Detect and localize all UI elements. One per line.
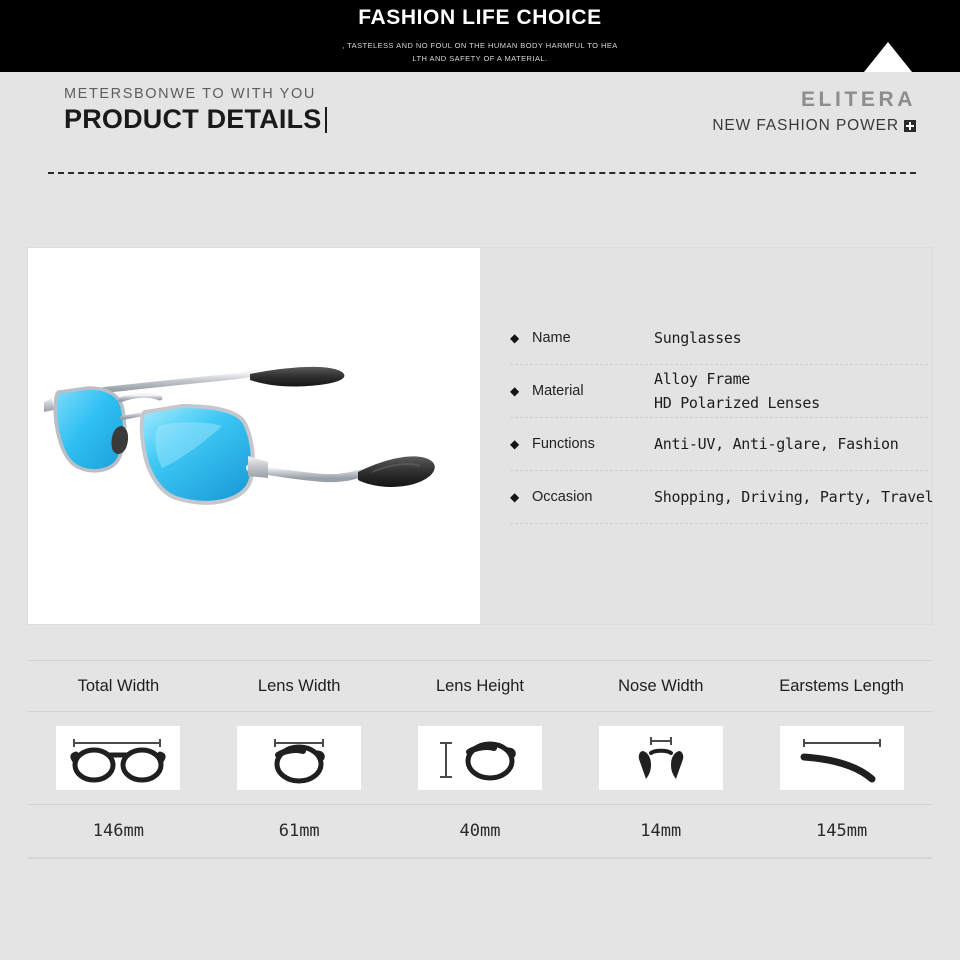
nose-width-icon bbox=[598, 726, 723, 790]
brand-tagline: NEW FASHION POWER bbox=[712, 117, 899, 134]
top-banner: FASHION LIFE CHOICE , TASTELESS AND NO F… bbox=[0, 0, 960, 72]
banner-subtitle-line1: , TASTELESS AND NO FOUL ON THE HUMAN BOD… bbox=[342, 41, 618, 50]
measurement-value-cell: 145 mm bbox=[751, 805, 932, 857]
measurement-unit: mm bbox=[846, 821, 868, 841]
spec-row: ◆ Functions Anti-UV, Anti-glare, Fashion bbox=[510, 418, 928, 471]
diamond-bullet-icon: ◆ bbox=[510, 331, 520, 345]
product-detail-page: FASHION LIFE CHOICE , TASTELESS AND NO F… bbox=[0, 0, 960, 960]
measurement-icon-cell bbox=[751, 712, 932, 804]
spec-table: ◆ Name Sunglasses ◆ Material Alloy Frame… bbox=[510, 312, 934, 524]
banner-title: FASHION LIFE CHOICE bbox=[358, 6, 602, 29]
table-rule bbox=[28, 857, 932, 859]
spec-value: Shopping, Driving, Party, Travel bbox=[654, 488, 934, 506]
measurement-value-cell: 61 mm bbox=[209, 805, 390, 857]
measurement-icon-cell bbox=[570, 712, 751, 804]
header-divider bbox=[48, 172, 916, 174]
spec-value: Sunglasses bbox=[654, 329, 928, 347]
spec-value-line: Anti-UV, Anti-glare, Fashion bbox=[654, 435, 899, 453]
spec-row: ◆ Occasion Shopping, Driving, Party, Tra… bbox=[510, 471, 934, 524]
earstems-length-icon bbox=[779, 726, 904, 790]
spec-label: Occasion bbox=[532, 489, 593, 505]
diamond-bullet-icon: ◆ bbox=[510, 490, 520, 504]
spec-label: Functions bbox=[532, 436, 595, 452]
brand-tagline-group: NEW FASHION POWER bbox=[712, 117, 916, 135]
measurement-value: 145 bbox=[815, 821, 847, 841]
measurement-icon-row bbox=[28, 712, 932, 804]
product-overview-section: ◆ Name Sunglasses ◆ Material Alloy Frame… bbox=[28, 248, 934, 624]
spec-value-line: HD Polarized Lenses bbox=[654, 394, 820, 412]
measurement-header-cell: Lens Width bbox=[257, 676, 341, 695]
measurement-unit: mm bbox=[479, 821, 501, 841]
plus-badge-icon bbox=[904, 120, 916, 132]
spec-row: ◆ Name Sunglasses bbox=[510, 312, 928, 365]
measurement-value-cell: 146 mm bbox=[28, 805, 209, 857]
diamond-bullet-icon: ◆ bbox=[510, 437, 520, 451]
diamond-bullet-icon: ◆ bbox=[510, 384, 520, 398]
measurement-header-cell: Lens Height bbox=[435, 676, 525, 695]
spec-label: Material bbox=[532, 383, 584, 399]
page-header: METERSBONWE TO WITH YOU PRODUCT DETAILS … bbox=[0, 72, 960, 192]
measurement-unit: mm bbox=[299, 821, 320, 841]
product-image-panel bbox=[28, 248, 480, 624]
sunglasses-product-photo bbox=[44, 366, 435, 505]
measurement-header-cell: Earstems Length bbox=[779, 676, 904, 695]
triangle-up-icon bbox=[864, 42, 912, 72]
spec-value-line: Shopping, Driving, Party, Travel bbox=[654, 488, 934, 506]
header-left-group: METERSBONWE TO WITH YOU PRODUCT DETAILS bbox=[64, 86, 327, 135]
title-accent-bar bbox=[324, 106, 327, 133]
page-title-group: PRODUCT DETAILS bbox=[64, 104, 327, 135]
measurement-value: 61 bbox=[278, 821, 300, 841]
spec-row: ◆ Material Alloy Frame HD Polarized Lens… bbox=[510, 365, 928, 418]
spec-label: Name bbox=[532, 330, 571, 346]
measurement-icon-cell bbox=[390, 712, 571, 804]
banner-subtitle-line2: LTH AND SAFETY OF A MATERIAL. bbox=[412, 54, 548, 63]
measurement-value-row: 146 mm 61 mm 40 mm 14 mm 145 mm bbox=[28, 805, 932, 857]
measurement-unit: mm bbox=[660, 821, 682, 841]
measurement-icon-cell bbox=[28, 712, 209, 804]
spec-value: Alloy Frame HD Polarized Lenses bbox=[654, 370, 928, 412]
page-title: PRODUCT DETAILS bbox=[64, 104, 322, 134]
measurement-header-cell: Nose Width bbox=[618, 676, 704, 695]
lens-width-icon bbox=[237, 726, 362, 790]
spec-value-line: Sunglasses bbox=[654, 329, 742, 347]
total-width-icon bbox=[56, 726, 181, 790]
measurement-value: 14 bbox=[640, 821, 661, 841]
measurement-value-cell: 40 mm bbox=[390, 805, 571, 857]
measurement-header-row: Total Width Lens Width Lens Height Nose … bbox=[28, 661, 932, 711]
brand-name: ELITERA bbox=[800, 88, 916, 111]
measurement-value: 40 bbox=[459, 821, 480, 841]
header-kicker: METERSBONWE TO WITH YOU bbox=[64, 86, 316, 102]
measurement-value: 146 bbox=[92, 821, 124, 841]
measurement-icon-cell bbox=[209, 712, 390, 804]
brand-block: ELITERA NEW FASHION POWER bbox=[712, 88, 916, 135]
spec-value: Anti-UV, Anti-glare, Fashion bbox=[654, 435, 928, 453]
measurement-value-cell: 14 mm bbox=[570, 805, 751, 857]
measurement-header-cell: Total Width bbox=[77, 676, 160, 695]
measurement-table: Total Width Lens Width Lens Height Nose … bbox=[28, 660, 932, 859]
lens-height-icon bbox=[417, 726, 542, 790]
spec-value-line: Alloy Frame bbox=[654, 370, 751, 388]
spec-panel: ◆ Name Sunglasses ◆ Material Alloy Frame… bbox=[480, 248, 934, 624]
measurement-unit: mm bbox=[123, 821, 144, 841]
